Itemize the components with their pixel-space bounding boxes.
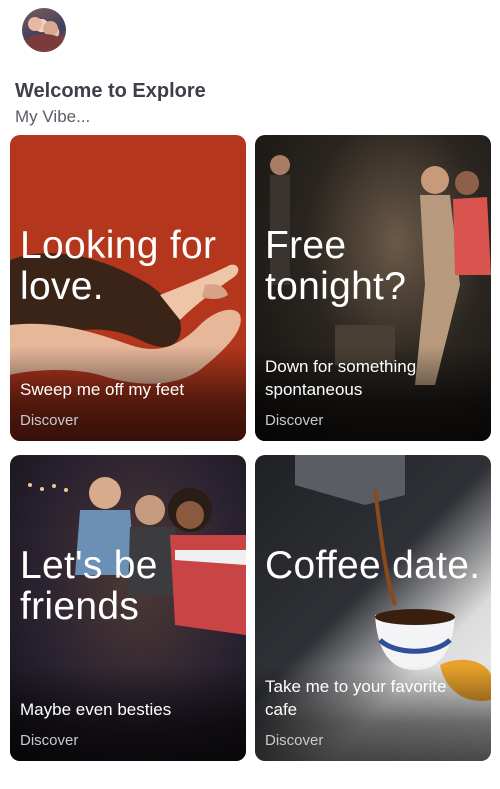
card-headline: Let's be friends xyxy=(20,544,158,628)
card-free-tonight[interactable]: Free tonight? Down for something spontan… xyxy=(255,135,491,441)
card-headline: Looking for love. xyxy=(20,224,217,308)
card-subline: Sweep me off my feet xyxy=(20,380,185,399)
card-subline: Maybe even besties xyxy=(20,700,172,719)
card-discover-label: Discover xyxy=(265,732,324,749)
page-title: Welcome to Explore xyxy=(15,80,206,102)
card-looking-for-love[interactable]: Looking for love. Sweep me off my feet D… xyxy=(10,135,246,441)
card-lets-be-friends[interactable]: Let's be friends Maybe even besties Disc… xyxy=(10,455,246,761)
card-discover-label: Discover xyxy=(20,732,79,749)
card-headline: Coffee date. xyxy=(265,544,481,587)
card-coffee-date[interactable]: Coffee date. Take me to your favorite ca… xyxy=(255,455,491,761)
card-subline: Down for something spontaneous xyxy=(265,357,417,399)
profile-avatar[interactable] xyxy=(22,8,66,52)
page-subtitle: My Vibe... xyxy=(15,107,91,126)
card-headline: Free tonight? xyxy=(265,224,407,308)
card-discover-label: Discover xyxy=(265,412,324,429)
card-discover-label: Discover xyxy=(20,412,79,429)
card-subline: Take me to your favorite cafe xyxy=(265,677,447,719)
